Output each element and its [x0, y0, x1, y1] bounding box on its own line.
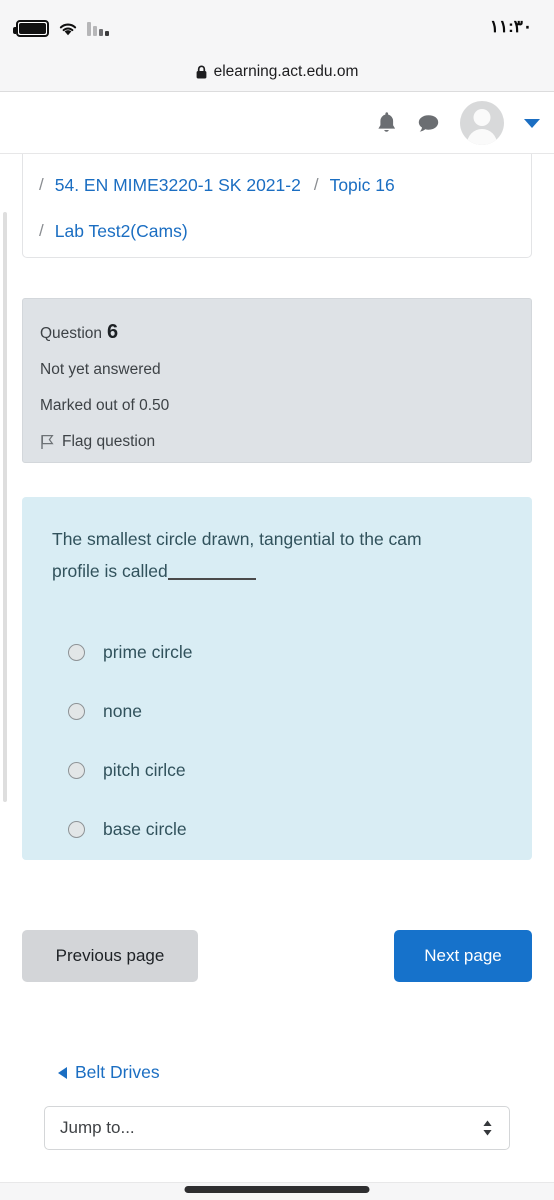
flag-question-label: Flag question — [62, 433, 156, 450]
question-info-box: Question 6 Not yet answered Marked out of… — [22, 298, 532, 463]
breadcrumb-separator: / — [39, 175, 44, 194]
answer-option-label: prime circle — [103, 642, 193, 662]
chat-bubble-icon[interactable] — [417, 113, 440, 134]
up-down-arrows-icon — [483, 1120, 492, 1136]
breadcrumb-line-2: / Lab Test2(Cams) — [39, 208, 515, 254]
question-stem: The smallest circle drawn, tangential to… — [52, 529, 422, 581]
wifi-icon — [59, 23, 77, 36]
question-text: The smallest circle drawn, tangential to… — [52, 523, 472, 587]
radio-button-icon[interactable] — [68, 821, 85, 838]
question-content-box: The smallest circle drawn, tangential to… — [22, 497, 532, 860]
flag-icon — [41, 435, 54, 449]
status-bar-indicators — [13, 20, 109, 37]
jump-to-select[interactable]: Jump to... — [44, 1106, 510, 1150]
flag-question-button[interactable]: Flag question — [40, 424, 514, 460]
bell-icon[interactable] — [376, 111, 397, 135]
page-scrollbar[interactable] — [3, 212, 7, 802]
previous-activity-link[interactable]: Belt Drives — [58, 1062, 160, 1083]
phone-screen: ١١:٣٠ elearning.act.edu.om / 54. EN MIME… — [0, 0, 554, 1200]
jump-to-label: Jump to... — [60, 1118, 135, 1137]
breadcrumb-item-topic[interactable]: Topic 16 — [330, 175, 395, 196]
question-word: Question — [40, 325, 103, 342]
breadcrumb-separator: / — [313, 175, 319, 194]
battery-full-icon — [13, 20, 49, 37]
cellular-signal-icon — [87, 21, 109, 36]
answer-options-list: prime circle none pitch cirlce base circ… — [52, 623, 502, 859]
breadcrumb-item-activity[interactable]: Lab Test2(Cams) — [55, 221, 188, 242]
radio-button-icon[interactable] — [68, 762, 85, 779]
question-status: Not yet answered — [40, 361, 161, 378]
answer-option-label: base circle — [103, 819, 187, 839]
lock-icon — [196, 65, 207, 78]
home-indicator[interactable] — [184, 1186, 370, 1193]
next-page-button[interactable]: Next page — [394, 930, 532, 982]
question-marks: Marked out of 0.50 — [40, 397, 170, 414]
url-text: elearning.act.edu.om — [213, 62, 359, 80]
answer-blank — [167, 578, 256, 580]
question-number: 6 — [107, 321, 119, 343]
breadcrumb: / 54. EN MIME3220-1 SK 2021-2 / Topic 16… — [22, 154, 532, 258]
site-navigation-bar — [0, 93, 554, 154]
radio-button-icon[interactable] — [68, 644, 85, 661]
browser-address-bar[interactable]: elearning.act.edu.om — [0, 52, 554, 92]
triangle-left-icon — [58, 1066, 67, 1079]
answer-option-0[interactable]: prime circle — [68, 623, 502, 682]
ios-status-bar: ١١:٣٠ — [0, 0, 554, 52]
answer-option-label: none — [103, 701, 142, 721]
answer-option-3[interactable]: base circle — [68, 800, 502, 859]
radio-button-icon[interactable] — [68, 703, 85, 720]
status-bar-time: ١١:٣٠ — [489, 17, 532, 36]
question-number-row: Question 6 — [40, 314, 514, 352]
breadcrumb-line-1: / 54. EN MIME3220-1 SK 2021-2 / Topic 16 — [39, 162, 515, 208]
previous-activity-label: Belt Drives — [75, 1062, 160, 1082]
answer-option-label: pitch cirlce — [103, 760, 186, 780]
previous-page-button[interactable]: Previous page — [22, 930, 198, 982]
answer-option-2[interactable]: pitch cirlce — [68, 741, 502, 800]
nav-icon-group — [376, 101, 540, 145]
breadcrumb-item-course[interactable]: 54. EN MIME3220-1 SK 2021-2 — [55, 175, 301, 196]
chevron-down-icon[interactable] — [524, 118, 540, 128]
answer-option-1[interactable]: none — [68, 682, 502, 741]
user-avatar-icon[interactable] — [460, 101, 504, 145]
breadcrumb-separator: / — [39, 221, 44, 240]
